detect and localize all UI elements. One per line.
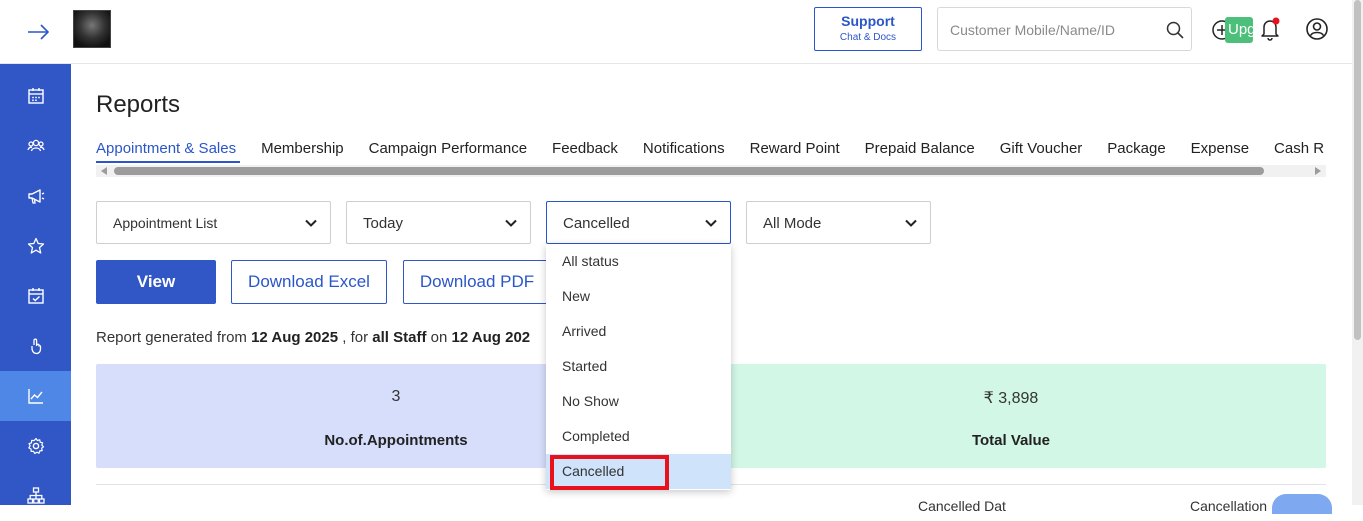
download-pdf-button[interactable]: Download PDF — [403, 260, 551, 304]
report-to-date: 12 Aug 202 — [451, 329, 531, 346]
sidebar — [0, 64, 71, 505]
notification-dot — [1272, 17, 1280, 25]
bell-icon[interactable] — [1259, 17, 1281, 41]
tab-appointment-sales[interactable]: Appointment & Sales — [96, 140, 236, 158]
sidebar-item-campaigns[interactable] — [0, 171, 71, 221]
view-button[interactable]: View — [96, 260, 216, 304]
report-info: Report generated from 12 Aug 2025 , for … — [96, 329, 530, 346]
report-staff: all Staff — [372, 329, 427, 346]
support-title: Support — [841, 13, 895, 29]
calendar-icon — [27, 88, 44, 104]
status-option-started[interactable]: Started — [546, 349, 731, 384]
megaphone-icon — [27, 189, 44, 204]
gear-icon — [27, 437, 44, 455]
tab-campaign-performance[interactable]: Campaign Performance — [369, 140, 527, 158]
support-button[interactable]: Support Chat & Docs — [814, 7, 922, 51]
status-select[interactable]: Cancelled — [546, 201, 731, 244]
sidebar-item-settings[interactable] — [0, 421, 71, 471]
table-header-cancelled-date: Cancelled Dat — [918, 498, 1006, 514]
scroll-left-icon[interactable] — [101, 167, 107, 175]
period-value: Today — [363, 215, 404, 232]
report-from-date: 12 Aug 2025 — [251, 329, 339, 346]
search-icon[interactable] — [1165, 20, 1185, 40]
tab-prepaid-balance[interactable]: Prepaid Balance — [865, 140, 975, 158]
status-option-arrived[interactable]: Arrived — [546, 314, 731, 349]
tab-notifications[interactable]: Notifications — [643, 140, 725, 158]
sidebar-item-calendar[interactable] — [0, 71, 71, 121]
table-header-cancellation: Cancellation — [1190, 498, 1268, 514]
mode-value: All Mode — [763, 215, 822, 232]
star-icon — [27, 237, 44, 254]
download-excel-button[interactable]: Download Excel — [231, 260, 387, 304]
page-scrollbar-thumb[interactable] — [1354, 0, 1361, 340]
chevron-down-icon — [305, 219, 317, 227]
page-scrollbar[interactable] — [1352, 0, 1363, 505]
report-tabs: Appointment & Sales Membership Campaign Pe… — [96, 140, 1326, 162]
chat-widget-button[interactable] — [1272, 494, 1332, 514]
expand-arrow-icon[interactable] — [26, 20, 52, 44]
business-logo[interactable] — [73, 10, 111, 48]
report-info-mid: , for — [342, 329, 369, 346]
tab-membership[interactable]: Membership — [261, 140, 344, 158]
sidebar-item-customers[interactable] — [0, 121, 71, 171]
top-bar: Support Chat & Docs Upgrade — [0, 0, 1363, 64]
customer-search — [937, 7, 1192, 51]
page-title: Reports — [96, 91, 181, 118]
report-type-value: Appointment List — [113, 215, 218, 231]
tab-reward-point[interactable]: Reward Point — [750, 140, 840, 158]
customers-icon — [26, 139, 45, 152]
status-option-all[interactable]: All status — [546, 244, 731, 279]
total-value-summary-card: ₹ 3,898 Total Value — [696, 364, 1326, 468]
status-option-new[interactable]: New — [546, 279, 731, 314]
chevron-down-icon — [505, 219, 517, 227]
mode-select[interactable]: All Mode — [746, 201, 931, 244]
tabs-scrollbar[interactable] — [96, 165, 1326, 177]
sidebar-item-touch[interactable] — [0, 321, 71, 371]
user-icon[interactable] — [1305, 17, 1329, 41]
status-value: Cancelled — [563, 215, 630, 232]
search-input[interactable] — [950, 20, 1150, 40]
sidebar-item-favorites[interactable] — [0, 221, 71, 271]
tab-feedback[interactable]: Feedback — [552, 140, 618, 158]
sidebar-item-reports[interactable] — [0, 371, 71, 421]
calendar-check-icon — [27, 288, 44, 304]
tab-package[interactable]: Package — [1107, 140, 1165, 158]
tab-gift-voucher[interactable]: Gift Voucher — [1000, 140, 1083, 158]
status-option-completed[interactable]: Completed — [546, 419, 731, 454]
tabs-scrollbar-thumb[interactable] — [114, 167, 1264, 175]
touch-icon — [30, 338, 41, 355]
status-dropdown-menu: All status New Arrived Started No Show C… — [546, 244, 731, 490]
tab-expense[interactable]: Expense — [1191, 140, 1249, 158]
report-info-on: on — [430, 329, 448, 346]
chevron-down-icon — [705, 219, 717, 227]
org-tree-icon — [26, 487, 45, 504]
report-info-prefix: Report generated from — [96, 329, 247, 346]
highlight-annotation-box — [550, 455, 669, 490]
sidebar-item-bookings[interactable] — [0, 271, 71, 321]
status-option-no-show[interactable]: No Show — [546, 384, 731, 419]
reports-chart-icon — [27, 389, 43, 404]
tab-cash-register[interactable]: Cash R — [1274, 140, 1324, 158]
chevron-down-icon — [905, 219, 917, 227]
total-value-label: Total Value — [971, 432, 1051, 449]
period-select[interactable]: Today — [346, 201, 531, 244]
support-subtitle: Chat & Docs — [839, 32, 897, 43]
total-value-amount: ₹ 3,898 — [983, 390, 1039, 407]
upgrade-badge[interactable]: Upgrade — [1225, 17, 1253, 43]
report-type-select[interactable]: Appointment List — [96, 201, 331, 244]
active-tab-indicator — [96, 161, 240, 163]
scroll-right-icon[interactable] — [1315, 167, 1321, 175]
sidebar-item-organization[interactable] — [0, 471, 71, 521]
